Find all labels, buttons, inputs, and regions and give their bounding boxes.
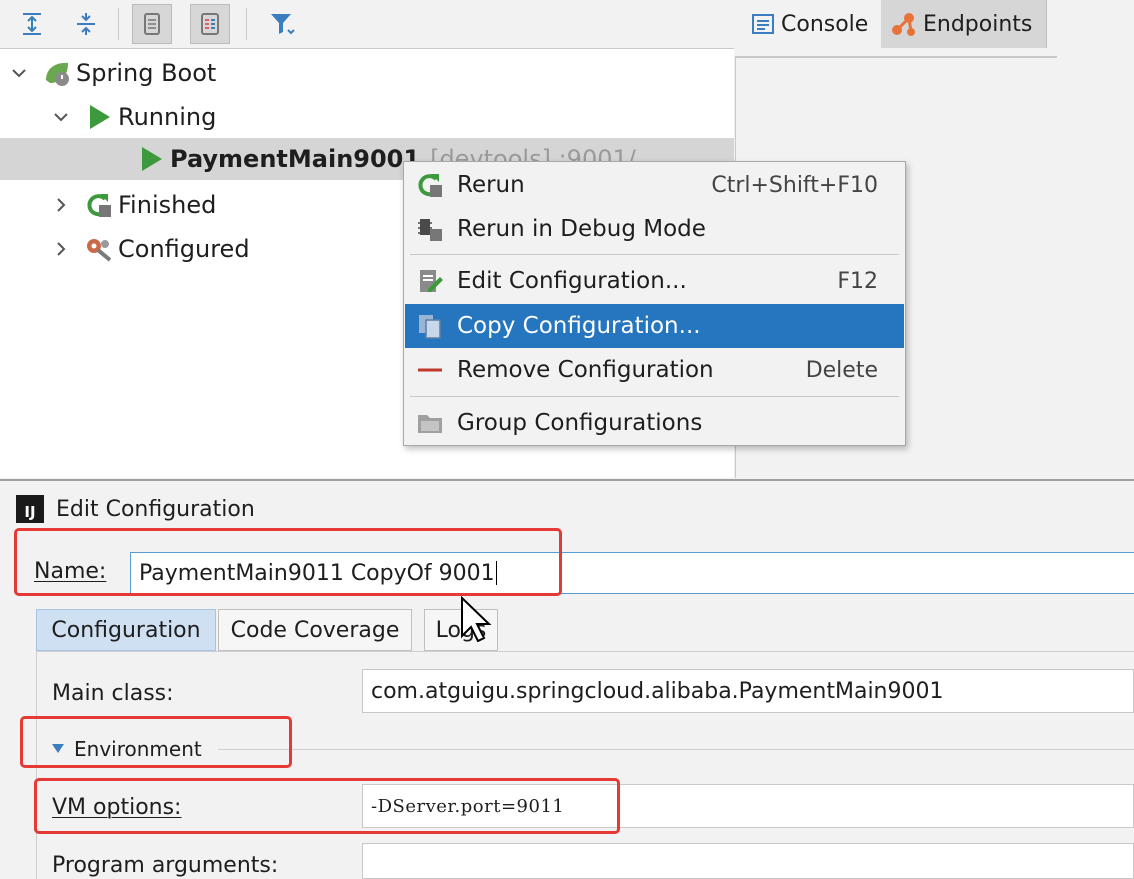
panel-tabs: Console Endpoints xyxy=(735,0,1057,50)
remove-icon xyxy=(415,355,445,385)
menu-label: Copy Configuration... xyxy=(457,313,701,339)
filter-icon[interactable] xyxy=(262,4,302,44)
tab-configuration[interactable]: Configuration xyxy=(36,609,216,651)
menu-label: Group Configurations xyxy=(457,410,703,436)
expand-all-icon[interactable] xyxy=(12,4,52,44)
annotation-box-name xyxy=(14,528,562,596)
menu-label: Remove Configuration xyxy=(457,357,714,383)
annotation-box-environment xyxy=(20,716,292,768)
menu-item-rerun[interactable]: Rerun Ctrl+Shift+F10 xyxy=(405,163,904,207)
configured-icon xyxy=(84,234,114,264)
run-icon xyxy=(136,144,166,174)
spring-boot-icon xyxy=(42,58,72,88)
tree-node-configured[interactable]: Configured xyxy=(50,228,250,270)
menu-label: Rerun in Debug Mode xyxy=(457,216,706,242)
rerun-icon xyxy=(415,170,445,200)
folder-icon xyxy=(415,408,445,438)
chevron-down-icon[interactable] xyxy=(50,106,72,128)
group-by-type-icon[interactable] xyxy=(190,4,230,44)
tab-console[interactable]: Console xyxy=(743,0,881,48)
tab-endpoints[interactable]: Endpoints xyxy=(881,0,1047,48)
tab-label: Code Coverage xyxy=(230,617,400,643)
tree-label: Spring Boot xyxy=(76,59,217,87)
chevron-down-icon[interactable] xyxy=(8,62,30,84)
rerun-icon xyxy=(84,190,114,220)
tree-label: Finished xyxy=(118,191,217,219)
tab-label: Configuration xyxy=(51,617,201,643)
copy-icon xyxy=(415,311,445,341)
services-toolbar xyxy=(0,0,734,49)
console-icon xyxy=(751,13,775,35)
chevron-right-icon[interactable] xyxy=(50,238,72,260)
tree-label: Running xyxy=(118,103,217,131)
intellij-logo-icon: IJ xyxy=(16,495,44,523)
menu-shortcut: Delete xyxy=(805,357,878,383)
edit-configuration-icon xyxy=(415,266,445,296)
program-arguments-label: Program arguments: xyxy=(52,853,279,878)
menu-item-remove-configuration[interactable]: Remove Configuration Delete xyxy=(405,348,904,392)
dialog-title: Edit Configuration xyxy=(56,496,255,522)
chevron-right-icon[interactable] xyxy=(50,194,72,216)
annotation-box-vm-options xyxy=(34,778,620,834)
menu-item-copy-configuration[interactable]: Copy Configuration... xyxy=(405,304,904,348)
dialog-title-bar: IJ Edit Configuration xyxy=(16,491,255,527)
context-menu: Rerun Ctrl+Shift+F10 Rerun in Debug Mode… xyxy=(403,161,906,446)
tree-label: Configured xyxy=(118,235,250,263)
app-name: PaymentMain9001 xyxy=(170,145,421,173)
collapse-all-icon[interactable] xyxy=(66,4,106,44)
endpoints-icon xyxy=(889,10,917,38)
menu-shortcut: Ctrl+Shift+F10 xyxy=(711,172,878,198)
tree-node-spring-boot[interactable]: Spring Boot xyxy=(8,52,216,94)
menu-shortcut: F12 xyxy=(837,268,878,294)
main-class-label: Main class: xyxy=(52,681,174,706)
menu-label: Rerun xyxy=(457,172,525,198)
group-by-service-icon[interactable] xyxy=(132,4,172,44)
mouse-cursor-icon xyxy=(460,595,492,646)
tree-node-running[interactable]: Running xyxy=(50,96,216,138)
tab-code-coverage[interactable]: Code Coverage xyxy=(218,609,412,651)
run-icon xyxy=(84,102,114,132)
menu-item-group-configurations[interactable]: Group Configurations xyxy=(405,401,904,445)
debug-icon xyxy=(415,214,445,244)
menu-item-rerun-debug[interactable]: Rerun in Debug Mode xyxy=(405,207,904,251)
tree-node-finished[interactable]: Finished xyxy=(50,184,216,226)
main-class-input[interactable]: com.atguigu.springcloud.alibaba.PaymentM… xyxy=(362,669,1134,713)
tab-label: Endpoints xyxy=(923,11,1033,37)
main-class-value: com.atguigu.springcloud.alibaba.PaymentM… xyxy=(371,678,944,704)
menu-item-edit-configuration[interactable]: Edit Configuration... F12 xyxy=(405,259,904,303)
menu-label: Edit Configuration... xyxy=(457,268,687,294)
program-arguments-input[interactable] xyxy=(362,843,1134,879)
tab-label: Console xyxy=(781,11,869,37)
